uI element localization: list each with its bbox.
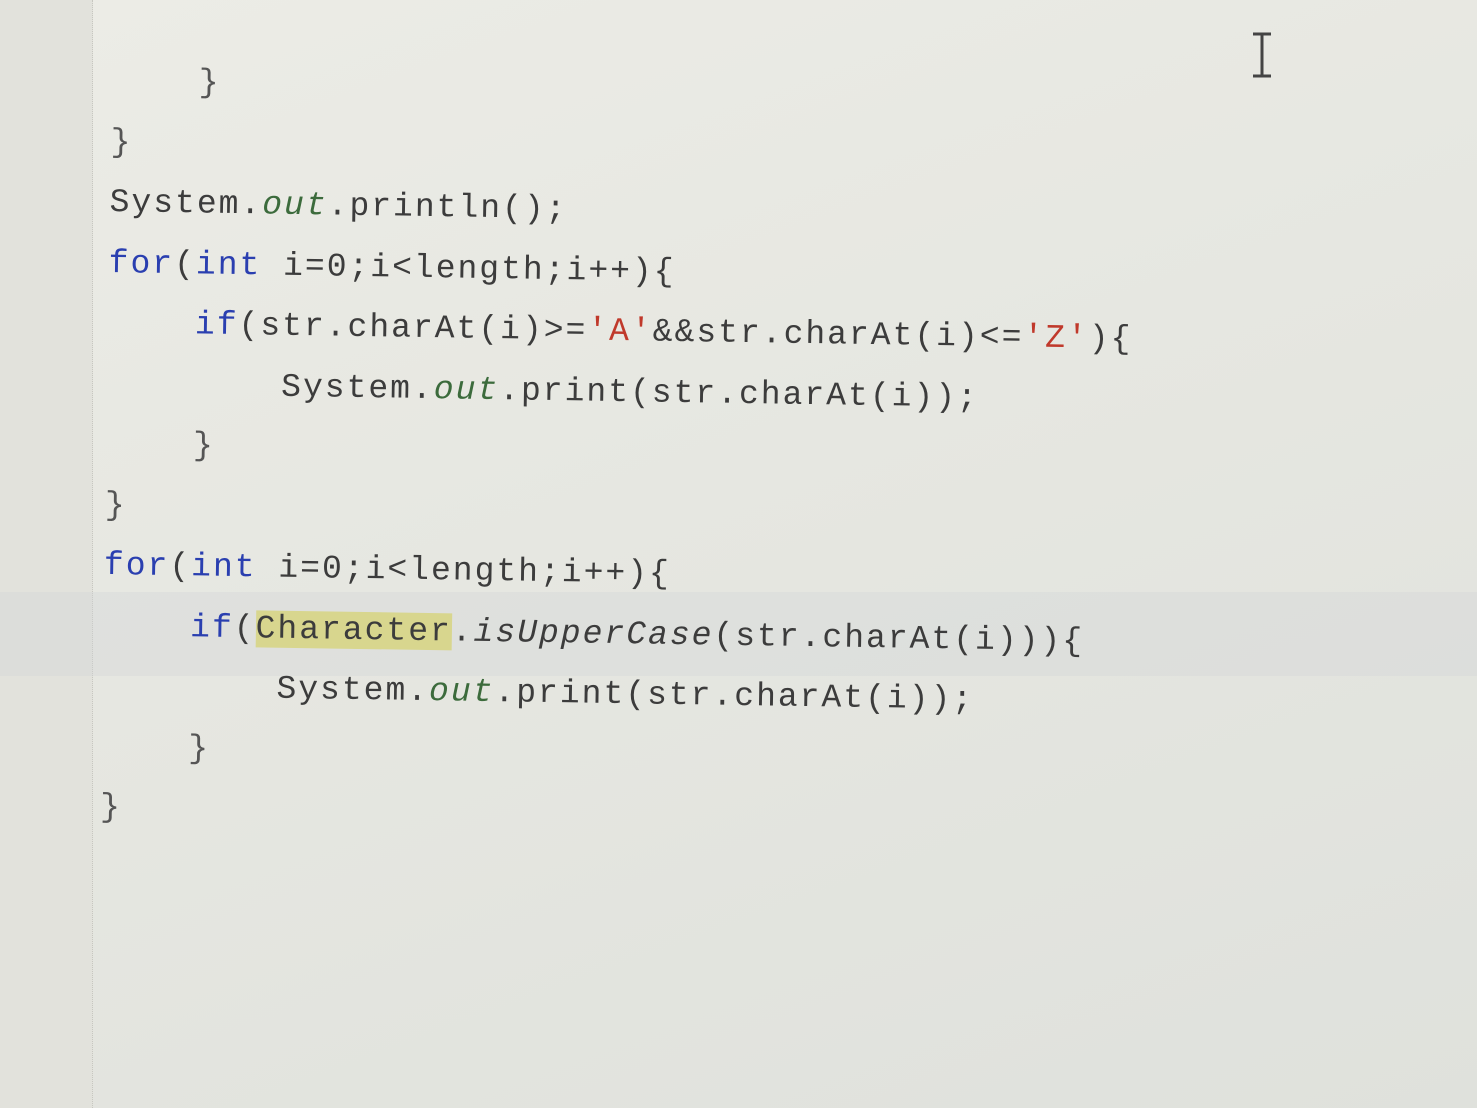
code-token: i=0;i<length;i++){ [256, 549, 672, 593]
code-token: ( [233, 609, 256, 647]
code-token: out [428, 673, 495, 712]
code-token: for [103, 546, 170, 585]
code-token: int [195, 245, 262, 284]
code-area[interactable]: }} System.out.println(); for(int i=0;i<len… [100, 52, 1137, 854]
code-token: Character [255, 609, 453, 650]
code-token: if [189, 608, 235, 647]
code-token: isUpperCase [473, 613, 714, 655]
code-token: if [194, 306, 239, 345]
code-token: out [433, 370, 500, 409]
code-token: &&str.charAt(i)<= [652, 313, 1024, 357]
code-token: .println(); [327, 187, 568, 229]
code-token: (str.charAt(i))){ [713, 617, 1085, 660]
code-token: } [198, 64, 221, 102]
code-token: System. [109, 183, 263, 224]
code-token: for [108, 244, 175, 283]
code-token: System. [280, 368, 435, 408]
code-token: 'Z' [1023, 319, 1090, 358]
code-token: .print(str.charAt(i)); [498, 371, 980, 417]
editor-gutter [0, 0, 93, 1108]
code-token: } [192, 427, 216, 465]
code-token: } [104, 486, 127, 524]
code-token: } [110, 123, 133, 161]
code-token: 'A' [587, 312, 654, 351]
code-token: System. [276, 670, 430, 711]
code-token: } [188, 729, 211, 768]
code-token: ( [173, 245, 197, 283]
code-token: ( [169, 547, 192, 586]
code-token: out [261, 186, 328, 225]
text-cursor-icon [1253, 32, 1271, 78]
code-token: int [190, 548, 257, 587]
code-token: i=0;i<length;i++){ [261, 246, 676, 291]
code-token: ){ [1088, 320, 1133, 359]
code-token: (str.charAt(i)>= [238, 307, 588, 350]
code-token: . [451, 612, 474, 651]
code-token: .print(str.charAt(i)); [494, 674, 975, 719]
code-editor[interactable]: }} System.out.println(); for(int i=0;i<len… [0, 0, 1477, 1108]
code-token: } [99, 788, 123, 827]
